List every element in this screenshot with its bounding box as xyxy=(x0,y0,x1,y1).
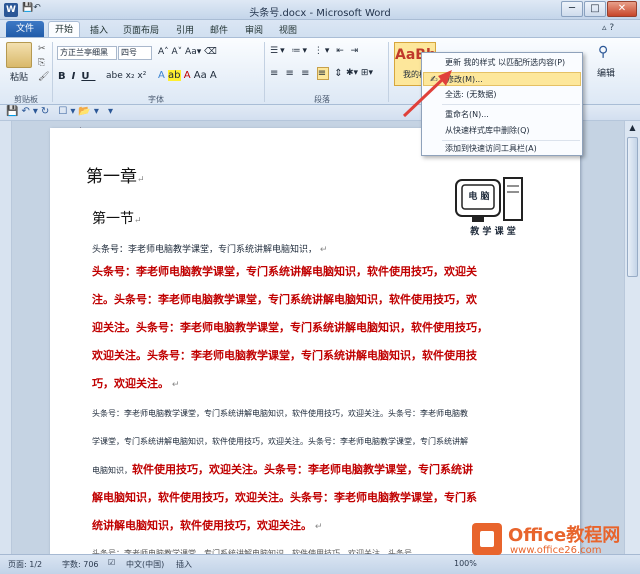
window-title: 头条号.docx - Microsoft Word xyxy=(249,8,391,19)
menu-divider xyxy=(442,104,580,105)
paste-icon[interactable] xyxy=(6,42,32,68)
text-line-red: 软件使用技巧，欢迎关注。头条号：李老师电脑教学课堂，专门系统讲 xyxy=(132,463,473,476)
text-line: 欢迎关注。头条号：李老师电脑教学课堂，专门系统讲解电脑知识，软件使用技 xyxy=(92,349,477,362)
align-icons[interactable]: ≡ ≡ ≡ ≡ ⇕ xyxy=(270,67,345,80)
grow-shrink-font-icons[interactable]: A˄ A˅ Aa▾ ⌫ xyxy=(158,47,217,57)
tab-mailings[interactable]: 邮件 xyxy=(210,23,228,36)
computer-logo-image: 电 脑 教 学 课 堂 xyxy=(452,176,528,238)
paragraph-group-label: 段落 xyxy=(314,95,330,104)
menu-item-add-to-qat[interactable]: 添加到快速访问工具栏(A) xyxy=(423,142,581,156)
scroll-thumb[interactable] xyxy=(627,137,638,277)
vertical-ruler xyxy=(0,121,12,554)
logo-top-text: 电 脑 xyxy=(468,192,490,202)
office-logo-icon xyxy=(472,523,502,555)
office-watermark: Office教程网 www.office26.com xyxy=(470,515,638,565)
chapter-heading: 第一章↵ xyxy=(86,167,145,187)
menu-item-remove-from-gallery[interactable]: 从快速样式库中删除(Q) xyxy=(423,124,581,138)
insert-mode[interactable]: 插入 xyxy=(176,559,192,570)
minimize-button[interactable]: ─ xyxy=(561,1,583,17)
group-separator xyxy=(264,42,265,102)
paragraph-red-1: 头条号：李老师电脑教学课堂，专门系统讲解电脑知识，软件使用技巧，欢迎关 注。头条… xyxy=(92,258,542,399)
maximize-button[interactable]: □ xyxy=(584,1,606,17)
ribbon-tabs: 文件 开始 插入 页面布局 引用 邮件 审阅 视图 ▵ ? xyxy=(0,20,640,39)
watermark-url: www.office26.com xyxy=(510,545,602,556)
group-separator xyxy=(52,42,53,102)
text-line: 巧，欢迎关注。 xyxy=(92,377,169,390)
bold-italic-underline-icons[interactable]: BIU xyxy=(58,71,95,82)
text-line: 头条号：李老师电脑教学课堂，专门系统讲解电脑知识，软件使用技巧，欢迎关注。头条号… xyxy=(92,409,468,418)
tab-page-layout[interactable]: 页面布局 xyxy=(123,23,159,36)
menu-divider xyxy=(442,140,580,141)
help-icon[interactable]: ▵ ? xyxy=(602,23,614,33)
find-icon[interactable]: ⚲ xyxy=(598,44,608,60)
tab-references[interactable]: 引用 xyxy=(176,23,194,36)
vertical-scrollbar[interactable]: ▲ xyxy=(624,121,640,554)
paste-button-label[interactable]: 粘贴 xyxy=(10,70,28,83)
paragraph-plain-1: 头条号：李老师电脑教学课堂，专门系统讲解电脑知识， ↵ xyxy=(92,245,328,255)
section-heading-text: 第一节 xyxy=(92,211,134,227)
tab-review[interactable]: 审阅 xyxy=(245,23,263,36)
strike-sub-sup-icons[interactable]: abe x₂ x² xyxy=(106,71,146,81)
watermark-brand: Office教程网 xyxy=(508,525,621,546)
language[interactable]: 中文(中国) xyxy=(126,559,164,570)
font-group-label: 字体 xyxy=(148,95,164,104)
shading-border-icons[interactable]: ✱▾ ⊞▾ xyxy=(346,68,373,78)
proofing-icon[interactable]: ☑ xyxy=(108,558,115,567)
text-line: 迎关注。头条号：李老师电脑教学课堂，专门系统讲解电脑知识，软件使用技巧， xyxy=(92,321,488,334)
page-count[interactable]: 页面: 1/2 xyxy=(8,559,42,570)
text-line: 解电脑知识，软件使用技巧，欢迎关注。头条号：李老师电脑教学课堂，专门系 xyxy=(92,491,477,504)
cut-copy-icons[interactable]: ✂ ⎘ 🖌 xyxy=(38,42,49,84)
document-page[interactable]: 第一章↵ 第一节↵ 电 脑 教 学 课 堂 头条号：李老师电脑教学课堂，专门系统… xyxy=(50,128,580,558)
text-effects-icons[interactable]: A ab A Aa A xyxy=(158,70,217,81)
text-line: 电脑知识， xyxy=(92,466,132,475)
list-indent-icons[interactable]: ☰▾ ≔▾ ⋮▾ ⇤ ⇥ xyxy=(270,46,360,56)
quick-access-icons[interactable]: 💾↶▾↻ ☐▾📂▾ ▾ xyxy=(6,106,116,117)
annotation-arrow-icon xyxy=(402,70,452,118)
clipboard-group-label: 剪贴板 xyxy=(14,95,38,104)
title-bar: W 💾↶ 头条号.docx - Microsoft Word ─ □ ✕ xyxy=(0,0,640,20)
text-line: 统讲解电脑知识，软件使用技巧，欢迎关注。 xyxy=(92,519,312,532)
paragraph-mixed: 头条号：李老师电脑教学课堂，专门系统讲解电脑知识，软件使用技巧，欢迎关注。头条号… xyxy=(92,400,542,485)
word-count[interactable]: 字数: 706 xyxy=(62,559,99,570)
text-line: 头条号：李老师电脑教学课堂，专门系统讲解电脑知识，软件使用技巧，欢迎关 xyxy=(92,265,477,278)
scroll-up-icon[interactable]: ▲ xyxy=(627,123,638,135)
close-button[interactable]: ✕ xyxy=(607,1,637,17)
text-line: 注。头条号：李老师电脑教学课堂，专门系统讲解电脑知识，软件使用技巧，欢 xyxy=(92,293,477,306)
logo-bottom-text: 教 学 课 堂 xyxy=(470,227,516,237)
text-line: 学课堂，专门系统讲解电脑知识，软件使用技巧，欢迎关注。头条号：李老师电脑教学课堂… xyxy=(92,437,468,446)
group-separator xyxy=(388,42,389,102)
font-name-select[interactable]: 方正兰亭细黑 xyxy=(57,46,117,60)
edit-button-label[interactable]: 编辑 xyxy=(597,66,615,79)
tab-insert[interactable]: 插入 xyxy=(90,23,108,36)
chapter-heading-text: 第一章 xyxy=(86,167,137,187)
tab-view[interactable]: 视图 xyxy=(279,23,297,36)
section-heading: 第一节↵ xyxy=(92,211,142,227)
tab-file[interactable]: 文件 xyxy=(6,21,44,38)
font-size-select[interactable]: 四号 xyxy=(118,46,152,60)
paragraph-text: 头条号：李老师电脑教学课堂，专门系统讲解电脑知识， xyxy=(92,245,318,255)
